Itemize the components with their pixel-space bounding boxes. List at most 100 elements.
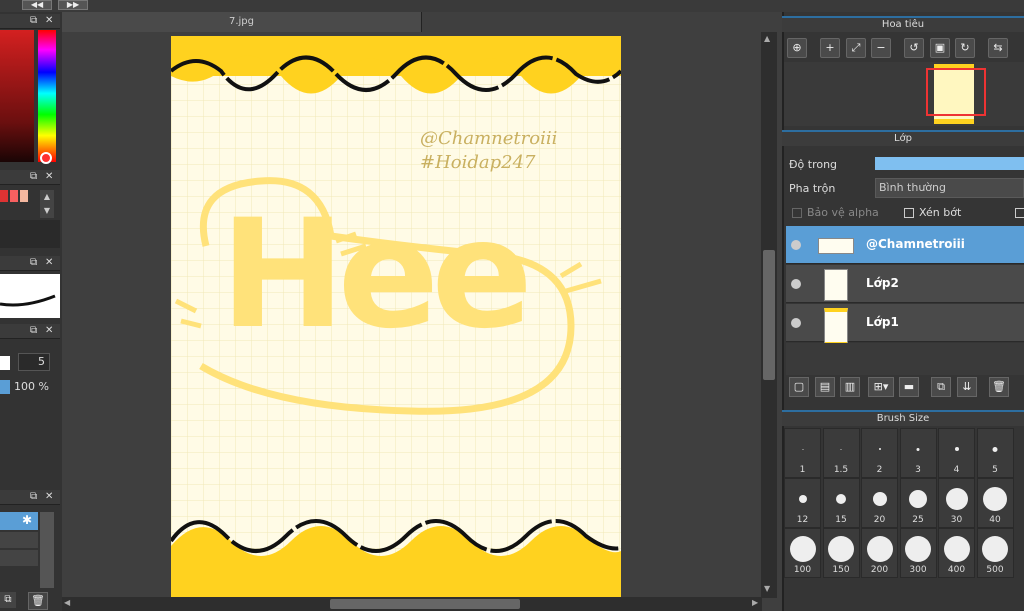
horizontal-scroll-thumb[interactable] [330, 599, 520, 609]
navigator-preview[interactable] [784, 62, 1024, 126]
new-layer-icon[interactable]: ▢ [789, 377, 809, 397]
visibility-icon[interactable] [791, 318, 801, 328]
scroll-left-icon[interactable]: ◀ [64, 598, 70, 607]
scroll-down-icon[interactable]: ▼ [764, 584, 770, 593]
clipping-checkbox[interactable] [904, 208, 914, 218]
close-icon[interactable]: ✕ [45, 257, 53, 269]
mini-layer[interactable] [0, 532, 38, 548]
document-tab[interactable]: 7.jpg [62, 12, 422, 32]
popout-icon[interactable]: ⧉ [30, 257, 37, 269]
fit-screen-icon[interactable]: ⤢ [846, 38, 866, 58]
color-saturation-box[interactable] [0, 30, 34, 162]
protect-alpha-checkbox[interactable] [792, 208, 802, 218]
brush-size-label: 30 [950, 515, 963, 525]
brush-dot-icon [916, 447, 920, 451]
brush-size-cell[interactable]: 1 [784, 428, 821, 478]
color-panel-header: ⧉ ✕ [0, 14, 60, 29]
brush-size-cell[interactable]: 40 [976, 478, 1014, 528]
add-layer-menu-icon[interactable]: ⊞▾ [868, 377, 894, 397]
palette-swatch[interactable] [10, 190, 18, 202]
rotate-right-icon[interactable]: ↻ [955, 38, 975, 58]
layer-opacity-slider[interactable] [875, 157, 1024, 170]
popout-icon[interactable]: ⧉ [30, 491, 37, 503]
trash-icon[interactable]: 🗑 [28, 592, 48, 610]
scroll-up-icon[interactable]: ▲ [764, 34, 770, 43]
layer-row[interactable]: Lớp1 [786, 304, 1024, 346]
prev-button[interactable]: ◀◀ [22, 0, 52, 10]
brush-size-cell[interactable]: 25 [899, 478, 937, 528]
scroll-right-icon[interactable]: ▶ [752, 598, 758, 607]
palette-scroll-icon[interactable]: ▲ ▼ [40, 190, 54, 218]
brush-size-cell[interactable]: 30 [938, 478, 975, 528]
hue-handle-icon[interactable] [40, 152, 52, 164]
brush-size-cell[interactable]: 400 [938, 528, 975, 578]
brush-size-cell[interactable]: 20 [861, 478, 898, 528]
brush-dot-icon [983, 487, 1007, 511]
brush-size-cell[interactable]: 500 [976, 528, 1014, 578]
layer-row[interactable]: Lớp2 [786, 265, 1024, 303]
blend-mode-select[interactable]: Bình thường [875, 178, 1024, 198]
zoom-fit-icon[interactable]: ⊕ [787, 38, 807, 58]
mini-layer[interactable] [0, 550, 38, 566]
new-halftone-layer-icon[interactable]: ▥ [840, 377, 860, 397]
brush-size-label: 300 [909, 565, 927, 575]
brush-size-label: 4 [953, 465, 960, 475]
visibility-icon[interactable] [791, 279, 801, 289]
layers-empty-area [786, 343, 1024, 375]
reset-view-icon[interactable]: ▣ [930, 38, 950, 58]
popout-icon[interactable]: ⧉ [30, 15, 37, 27]
flip-icon[interactable]: ⇆ [988, 38, 1008, 58]
folder-icon[interactable]: ▬ [899, 377, 919, 397]
mini-scrollbar[interactable] [40, 512, 54, 588]
duplicate-icon[interactable]: ⧉ [0, 592, 16, 608]
palette-swatch[interactable] [20, 190, 28, 202]
brush-size-cell[interactable]: 5 [976, 428, 1014, 478]
palette-swatch[interactable] [0, 190, 8, 202]
layers-mini-header: ⧉ ✕ [0, 490, 60, 505]
popout-icon[interactable]: ⧉ [30, 325, 37, 337]
close-icon[interactable]: ✕ [45, 491, 53, 503]
merge-layer-icon[interactable]: ⇊ [957, 377, 977, 397]
brush-dot-icon [802, 448, 803, 450]
brush-size-cell[interactable]: 200 [861, 528, 898, 578]
duplicate-layer-icon[interactable]: ⧉ [931, 377, 951, 397]
watermark-line2: #Hoidap247 [420, 152, 536, 173]
extra-checkbox[interactable] [1015, 208, 1024, 218]
delete-layer-icon[interactable]: 🗑 [989, 377, 1009, 397]
brush-stroke-preview [0, 274, 60, 318]
close-icon[interactable]: ✕ [45, 171, 53, 183]
brush-size-cell[interactable]: 150 [822, 528, 860, 578]
protect-alpha-label: Bảo vệ alpha [807, 206, 879, 219]
visibility-icon[interactable] [791, 240, 801, 250]
brush-size-input[interactable]: 5 [18, 353, 50, 371]
vertical-scroll-thumb[interactable] [763, 250, 775, 380]
close-icon[interactable]: ✕ [45, 15, 53, 27]
rotate-left-icon[interactable]: ↺ [904, 38, 924, 58]
navigator-viewport-frame[interactable] [926, 68, 986, 116]
hue-slider[interactable] [38, 30, 56, 162]
brush-dot-icon [872, 492, 887, 506]
mini-layer-selected[interactable]: ✱ [0, 512, 38, 530]
zoom-out-icon[interactable]: − [871, 38, 891, 58]
brush-color-swatch[interactable] [0, 356, 10, 370]
brush-size-cell[interactable]: 3 [899, 428, 937, 478]
brush-size-cell[interactable]: 4 [938, 428, 975, 478]
zoom-in-icon[interactable]: + [820, 38, 840, 58]
popout-icon[interactable]: ⧉ [30, 171, 37, 183]
new-raster-layer-icon[interactable]: ▤ [815, 377, 835, 397]
artwork-big-text: Hee [220, 188, 533, 362]
brush-size-cell[interactable]: 100 [784, 528, 821, 578]
next-button[interactable]: ▶▶ [58, 0, 88, 10]
brush-size-cell[interactable]: 2 [861, 428, 898, 478]
brush-size-cell[interactable]: 1.5 [822, 428, 860, 478]
brush-size-label: 5 [992, 465, 998, 475]
brush-size-cell[interactable]: 15 [822, 478, 860, 528]
gear-icon[interactable]: ✱ [22, 513, 32, 527]
horizontal-scrollbar[interactable]: ◀ ▶ [62, 597, 762, 611]
opacity-swatch[interactable] [0, 380, 10, 394]
vertical-scrollbar[interactable]: ▲ ▼ [761, 32, 777, 598]
layer-row[interactable]: @Chamnetroiii [786, 226, 1024, 264]
brush-size-cell[interactable]: 300 [899, 528, 937, 578]
brush-size-cell[interactable]: 12 [784, 478, 821, 528]
close-icon[interactable]: ✕ [45, 325, 53, 337]
